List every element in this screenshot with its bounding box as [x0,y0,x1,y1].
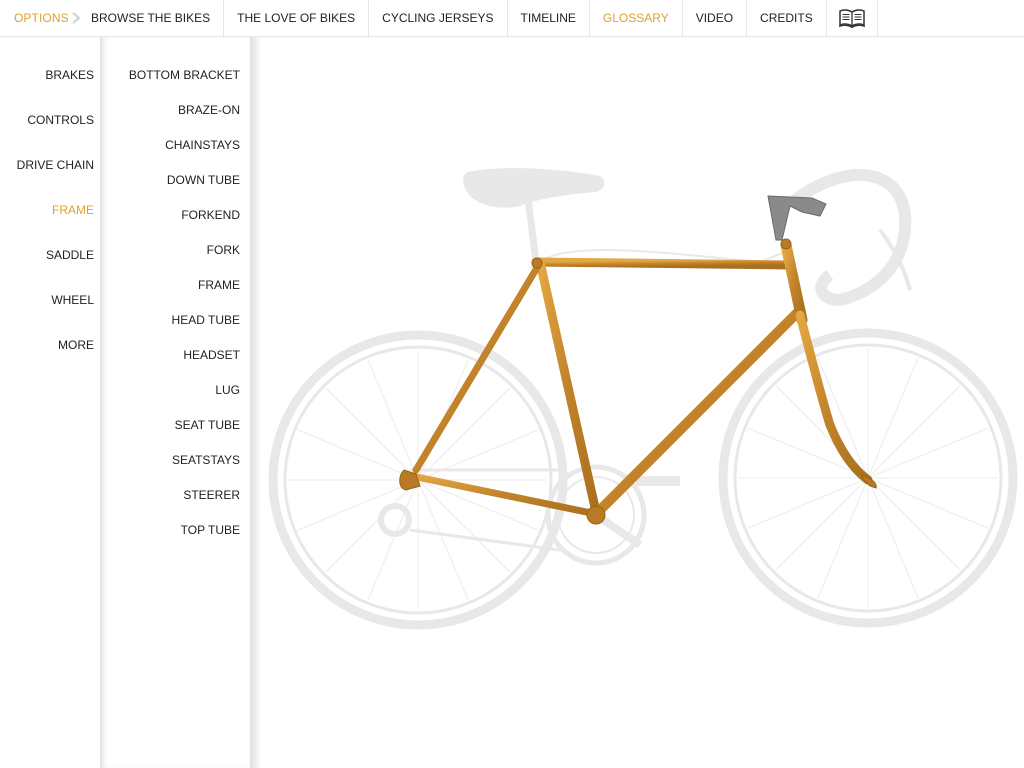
seatstay [412,262,542,474]
seat-lug [531,257,543,269]
term-top-tube[interactable]: TOP TUBE [181,523,240,537]
category-frame[interactable]: FRAME [52,203,94,217]
term-head-tube[interactable]: HEAD TUBE [172,313,240,327]
bike-frame-illustration [268,168,1018,630]
nav-the-love-of-bikes[interactable]: THE LOVE OF BIKES [224,0,370,36]
term-chainstays[interactable]: CHAINSTAYS [165,138,240,152]
category-controls[interactable]: CONTROLS [27,113,94,127]
term-down-tube[interactable]: DOWN TUBE [167,173,240,187]
down-tube [593,305,805,517]
category-brakes[interactable]: BRAKES [45,68,94,82]
top-tube [531,257,795,270]
term-forkend[interactable]: FORKEND [181,208,240,222]
category-wheel[interactable]: WHEEL [51,293,94,307]
category-saddle[interactable]: SADDLE [46,248,94,262]
category-drive-chain[interactable]: DRIVE CHAIN [17,158,94,172]
top-navigation-bar: OPTIONS BROWSE THE BIKES THE LOVE OF BIK… [0,0,1024,37]
term-menu: BOTTOM BRACKET BRAZE-ON CHAINSTAYS DOWN … [100,37,250,768]
book-button[interactable] [827,0,878,36]
options-button[interactable]: OPTIONS [14,0,69,36]
ghost-bike-parts [268,169,1018,630]
head-tube [780,239,808,326]
open-book-icon [838,9,865,28]
gold-frame [408,239,873,518]
term-seatstays[interactable]: SEATSTAYS [172,453,240,467]
seatpost [524,197,540,263]
main-nav: BROWSE THE BIKES THE LOVE OF BIKES CYCLI… [78,0,878,36]
head-lug [780,238,792,250]
handlebar [791,169,912,307]
category-more[interactable]: MORE [58,338,94,352]
term-fork[interactable]: FORK [207,243,240,257]
category-menu: BRAKES CONTROLS DRIVE CHAIN FRAME SADDLE… [0,37,100,768]
term-frame[interactable]: FRAME [198,278,240,292]
nav-timeline[interactable]: TIMELINE [508,0,590,36]
nav-credits[interactable]: CREDITS [747,0,827,36]
rear-derailleur [378,503,412,537]
term-lug[interactable]: LUG [215,383,240,397]
stem [767,195,827,241]
term-headset[interactable]: HEADSET [183,348,240,362]
bottom-bracket [586,505,606,525]
chainring [545,464,680,566]
term-bottom-bracket[interactable]: BOTTOM BRACKET [129,68,240,82]
term-seat-tube[interactable]: SEAT TUBE [175,418,240,432]
nav-video[interactable]: VIDEO [683,0,748,36]
chainstay [408,472,600,518]
nav-glossary[interactable]: GLOSSARY [590,0,683,36]
saddle [463,168,605,208]
nav-browse-the-bikes[interactable]: BROWSE THE BIKES [78,0,225,36]
panel-shadow [250,37,262,768]
term-braze-on[interactable]: BRAZE-ON [178,103,240,117]
term-steerer[interactable]: STEERER [183,488,240,502]
nav-cycling-jerseys[interactable]: CYCLING JERSEYS [369,0,508,36]
